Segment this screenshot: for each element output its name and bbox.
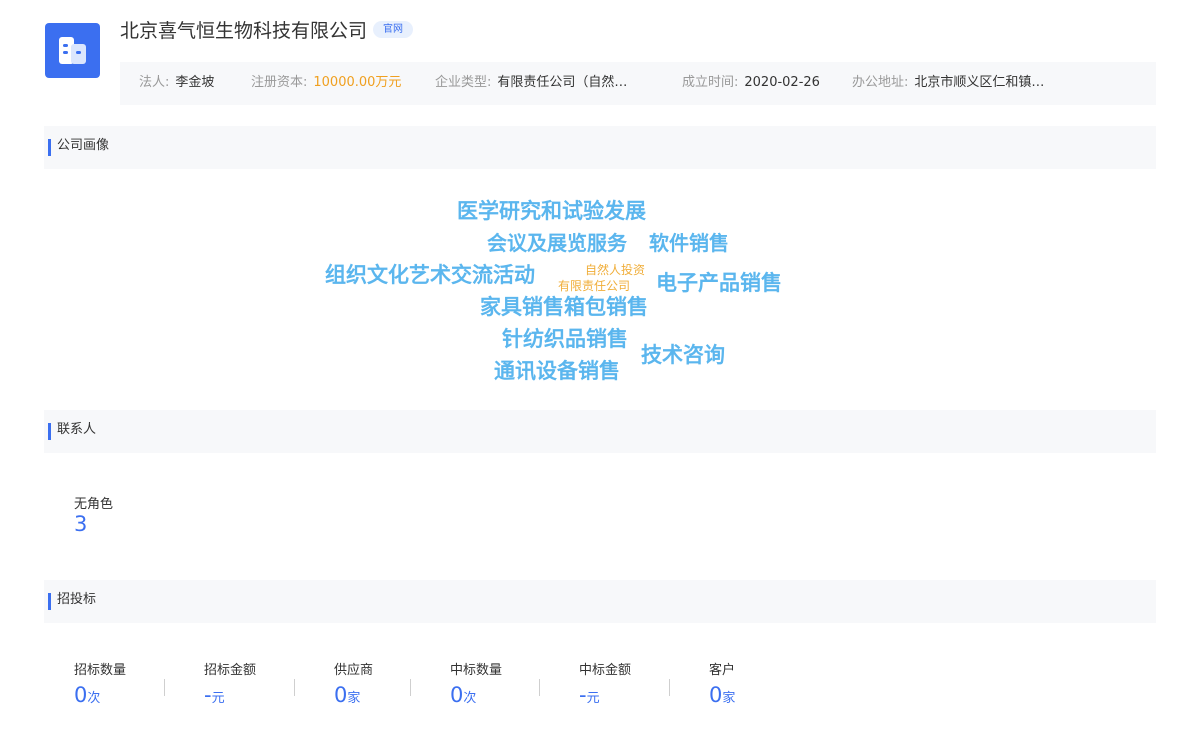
stat-unit: 家 (722, 691, 736, 706)
cloud-word: 针纺织品销售 (502, 327, 628, 351)
stat-tender-count[interactable]: 招标数量 0次 (74, 662, 126, 707)
stat-unit: 元 (586, 691, 600, 706)
company-title: 北京喜气恒生物科技有限公司 官网 (120, 18, 414, 44)
company-logo (45, 23, 100, 78)
section-accent-bar (48, 139, 51, 156)
info-legal-person: 法人: 李金坡 (139, 75, 215, 90)
contact-role-label: 无角色 (74, 497, 114, 512)
stat-win-amount[interactable]: 中标金额 -元 (579, 662, 631, 707)
stat-value: 0 (74, 683, 88, 707)
stat-customers[interactable]: 客户 0家 (709, 662, 735, 707)
legal-person-link[interactable]: 李金坡 (175, 75, 214, 90)
info-capital: 注册资本: 10000.00万元 (251, 75, 402, 90)
stat-unit: 家 (347, 691, 361, 706)
stat-divider (294, 679, 295, 696)
stat-label: 招标金额 (204, 663, 257, 678)
stat-label: 供应商 (334, 663, 374, 678)
cloud-word: 通讯设备销售 (494, 359, 620, 383)
building-icon (59, 37, 86, 64)
info-address: 办公地址: 北京市顺义区仁和镇… (852, 75, 1045, 90)
stat-label: 中标数量 (450, 663, 503, 678)
cloud-word: 电子产品销售 (656, 271, 782, 295)
section-portrait: 公司画像 (44, 126, 1156, 169)
stat-unit: 元 (211, 691, 225, 706)
stat-unit: 次 (463, 691, 477, 706)
cloud-word: 软件销售 (649, 231, 729, 255)
stat-label: 中标金额 (579, 663, 632, 678)
stat-label: 招标数量 (74, 663, 127, 678)
section-accent-bar (48, 593, 51, 610)
section-title: 联系人 (57, 422, 97, 437)
cloud-word: 家具销售箱包销售 (480, 295, 648, 319)
cloud-word: 组织文化艺术交流活动 (325, 263, 535, 287)
cloud-word: 技术咨询 (641, 343, 725, 367)
section-accent-bar (48, 423, 51, 440)
word-cloud: 医学研究和试验发展 会议及展览服务 软件销售 组织文化艺术交流活动 自然人投资 … (0, 0, 1200, 752)
section-contacts: 联系人 (44, 410, 1156, 453)
stat-win-count[interactable]: 中标数量 0次 (450, 662, 502, 707)
section-bidding: 招投标 (44, 580, 1156, 623)
section-title: 公司画像 (57, 138, 110, 153)
contact-role-count[interactable]: 3 (74, 512, 87, 536)
cloud-word: 自然人投资 (585, 263, 646, 277)
cloud-word: 会议及展览服务 (487, 231, 627, 255)
stat-tender-amount[interactable]: 招标金额 -元 (204, 662, 256, 707)
cloud-word: 医学研究和试验发展 (457, 199, 646, 223)
stat-divider (164, 679, 165, 696)
stat-value: 0 (450, 683, 464, 707)
stat-unit: 次 (87, 691, 101, 706)
stat-value: - (204, 683, 212, 707)
cloud-word: 有限责任公司 (558, 279, 631, 293)
stat-divider (669, 679, 670, 696)
stat-value: 0 (709, 683, 723, 707)
stat-value: 0 (334, 683, 348, 707)
company-name: 北京喜气恒生物科技有限公司 (120, 20, 368, 42)
stat-divider (410, 679, 411, 696)
official-site-badge[interactable]: 官网 (373, 21, 414, 38)
stat-divider (539, 679, 540, 696)
stat-value: - (579, 683, 587, 707)
stat-label: 客户 (709, 663, 736, 678)
info-founded: 成立时间: 2020-02-26 (682, 75, 820, 90)
company-info-bar: 法人: 李金坡 注册资本: 10000.00万元 企业类型: 有限责任公司（自然… 成… (120, 62, 1156, 105)
stat-suppliers[interactable]: 供应商 0家 (334, 662, 373, 707)
info-company-type: 企业类型: 有限责任公司（自然… (435, 75, 628, 90)
section-title: 招投标 (57, 592, 97, 607)
